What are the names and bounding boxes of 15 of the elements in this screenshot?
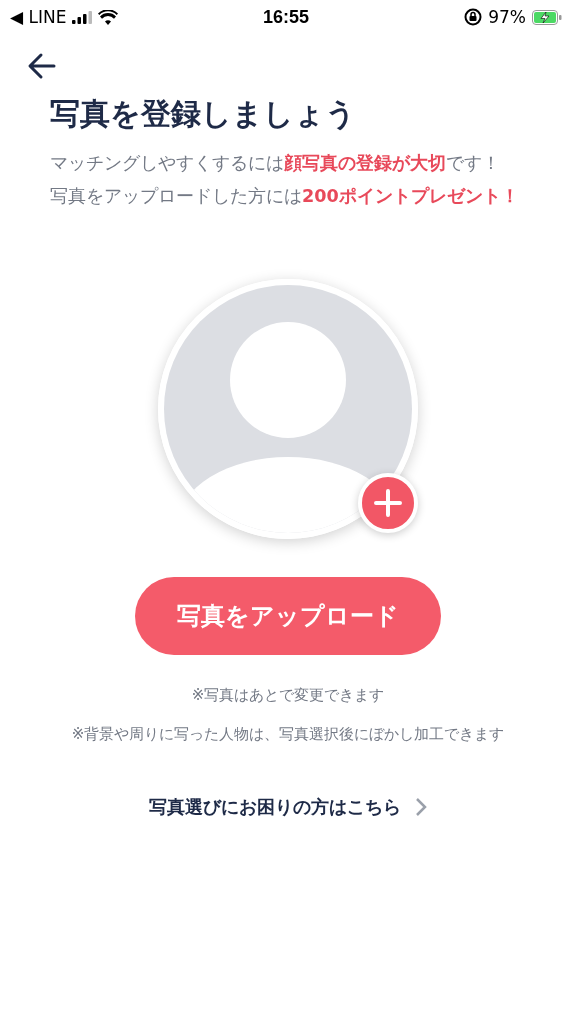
page-title: 写真を登録しましょう	[50, 95, 357, 133]
battery-charging-icon	[532, 9, 562, 25]
chevron-right-icon	[415, 797, 427, 817]
note-text: ※写真はあとで変更できます	[190, 685, 386, 706]
plus-icon	[373, 488, 403, 518]
note-text: ※背景や周りに写った人物は、写真選択後にぼかし加工できます	[70, 724, 506, 745]
wifi-icon	[98, 9, 119, 25]
description-text: 写真をアップロードした方には200ポイントプレゼント！	[50, 185, 520, 208]
back-to-app-link[interactable]: ◀ LINE	[10, 7, 67, 27]
clock-text: 16:55	[262, 6, 309, 28]
description-text: マッチングしやすくするには顔写真の登録が大切です！	[50, 152, 501, 175]
rotation-lock-icon	[464, 8, 483, 26]
battery-percent-text: 97%	[488, 7, 526, 27]
help-link[interactable]: 写真選びにお困りの方はこちら	[149, 795, 427, 819]
signal-icon	[72, 10, 93, 24]
